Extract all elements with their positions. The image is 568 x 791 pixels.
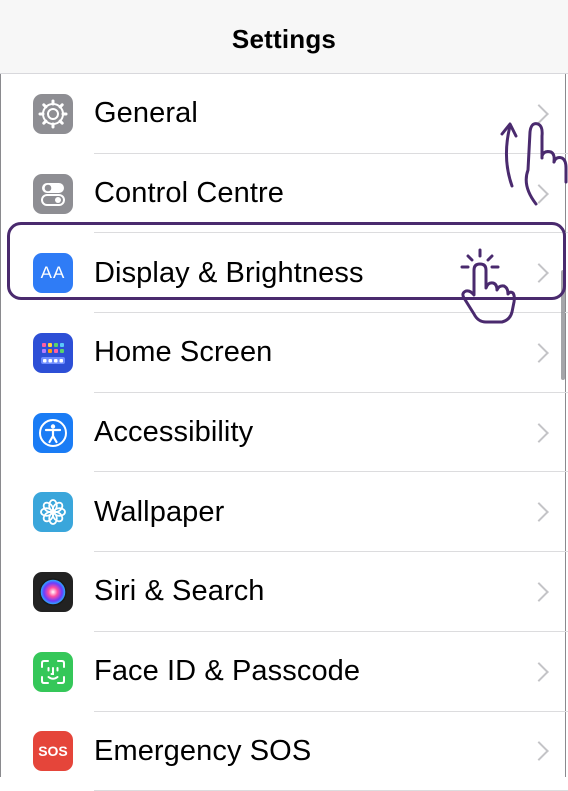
settings-row-label: Home Screen	[94, 336, 272, 369]
toggles-icon	[33, 174, 73, 214]
text-size-icon: AA	[33, 253, 73, 293]
navigation-bar: Settings	[0, 0, 568, 74]
settings-list: General Control Centre AA Display & Brig…	[0, 74, 568, 791]
settings-row-face-id[interactable]: Face ID & Passcode	[0, 632, 568, 712]
page-title: Settings	[232, 24, 336, 55]
app-grid-icon	[33, 333, 73, 373]
chevron-right-icon	[529, 502, 549, 522]
chevron-right-icon	[529, 343, 549, 363]
chevron-right-icon	[529, 423, 549, 443]
settings-row-accessibility[interactable]: Accessibility	[0, 393, 568, 473]
tap-hand-icon	[456, 248, 516, 326]
chevron-right-icon	[529, 263, 549, 283]
icon-text: AA	[41, 263, 66, 283]
sos-icon: SOS	[33, 731, 73, 771]
accessibility-icon	[33, 413, 73, 453]
face-id-icon	[33, 652, 73, 692]
settings-row-label: Display & Brightness	[94, 257, 364, 290]
settings-row-general[interactable]: General	[0, 74, 568, 154]
flower-icon	[33, 492, 73, 532]
gear-icon	[33, 94, 73, 134]
chevron-right-icon	[529, 741, 549, 761]
settings-row-emergency-sos[interactable]: SOS Emergency SOS	[0, 712, 568, 791]
settings-row-wallpaper[interactable]: Wallpaper	[0, 472, 568, 552]
settings-row-label: Emergency SOS	[94, 735, 311, 768]
icon-text: SOS	[38, 743, 68, 759]
chevron-right-icon	[529, 662, 549, 682]
settings-row-control-centre[interactable]: Control Centre	[0, 154, 568, 234]
scrollbar[interactable]	[561, 270, 565, 380]
settings-row-siri-search[interactable]: Siri & Search	[0, 552, 568, 632]
settings-row-label: Control Centre	[94, 177, 284, 210]
siri-icon	[33, 572, 73, 612]
settings-row-label: Wallpaper	[94, 496, 224, 529]
chevron-right-icon	[529, 582, 549, 602]
swipe-up-hand-icon	[496, 112, 568, 208]
settings-row-label: Siri & Search	[94, 575, 265, 608]
settings-row-label: Accessibility	[94, 416, 253, 449]
settings-row-label: General	[94, 97, 198, 130]
settings-row-label: Face ID & Passcode	[94, 655, 360, 688]
